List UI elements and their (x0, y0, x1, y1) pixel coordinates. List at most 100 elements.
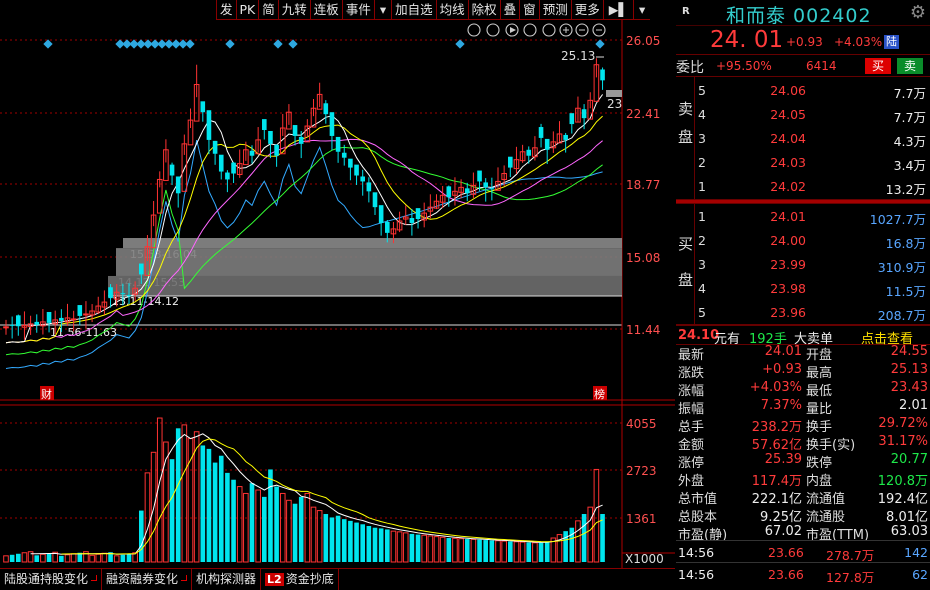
candle-body (464, 188, 470, 194)
stat-value: 20.77 (890, 452, 928, 467)
volume-bar (600, 514, 605, 562)
level-volume: 3.4万 (893, 158, 926, 173)
toolbar-item-7[interactable]: 加自选 (391, 0, 436, 20)
toolbar-item-4[interactable]: 连板 (309, 0, 342, 20)
kline-chart[interactable]: 26.05 22.41 18.77 15.08 11.44 4055 2723 1361 X10… (0, 0, 675, 590)
level-number: 1 (698, 209, 706, 224)
toolbar-item-14[interactable]: ▶▌ (602, 0, 633, 20)
level-volume: 16.8万 (885, 236, 926, 251)
trade-volume: 127.8万 (826, 570, 875, 585)
trade-list: 14:56 23.66 278.7万 142 14:56 23.66 127.8万 62 (676, 540, 930, 585)
toolbar-item-11[interactable]: 窗 (519, 0, 539, 20)
bottom-tab-2[interactable]: 机构探测器 (192, 569, 262, 590)
buy-button[interactable]: 买 (865, 58, 892, 74)
chart-toolbar: 发 PK 简九转 连板 事件 ▾ 加自选 均线 除权叠窗预测 更多 ▶▌ ▾ (216, 0, 651, 20)
trade-time: 14:56 (678, 545, 715, 560)
volume-bar (126, 553, 132, 562)
volume-bar (354, 522, 359, 562)
volume-bar (34, 555, 40, 562)
volume-bar (464, 539, 470, 562)
stat-row: 总股本 9.25亿 流通股 8.01亿 (676, 505, 930, 525)
toolbar-item-10[interactable]: 叠 (499, 0, 520, 20)
volume-bar (538, 542, 544, 562)
price-tick-label: 18.77 (626, 178, 660, 192)
candle-body (508, 156, 513, 168)
bottom-tab-bar: 陆股通持股变化 融资融券变化 机构探测器 L2 资金抄底 (0, 568, 675, 590)
price-change-pct: +4.03% (834, 35, 883, 49)
volume-bar (212, 462, 218, 562)
big-order-row[interactable]: 24.10 元有 192手 大卖单 点击查看 (676, 325, 930, 347)
bottom-tab-1[interactable]: 融资融券变化 (102, 569, 193, 590)
candle-body (274, 144, 279, 156)
volume-bar (526, 542, 532, 562)
stat-value: +4.03% (749, 380, 802, 395)
volume-bar (563, 531, 568, 562)
candle-body (108, 287, 113, 299)
candle-body (206, 110, 212, 140)
lugutong-badge[interactable]: 陆 (884, 35, 899, 49)
trade-price: 23.66 (768, 545, 804, 560)
candle-body (378, 205, 384, 223)
stat-value: 29.72% (878, 416, 928, 431)
stat-value: 24.01 (764, 344, 802, 359)
bottom-tab-3[interactable]: L2 资金抄底 (261, 569, 339, 590)
stat-value: 23.43 (890, 380, 928, 395)
toolbar-item-9[interactable]: 除权 (467, 0, 500, 20)
bid-row[interactable]: 4 23.98 11.5万 (676, 277, 930, 301)
level-volume: 13.2万 (885, 182, 926, 197)
volume-bar (298, 496, 304, 562)
volume-bar (59, 555, 64, 562)
level-number: 1 (698, 179, 706, 194)
candle-body (372, 192, 378, 208)
stats-table: 最新 24.01 开盘 24.55 涨跌 +0.93 最高 25.13 涨幅 +4.03% 最低 23… (676, 343, 930, 543)
bid-row[interactable]: 5 23.96 208.7万 (676, 301, 930, 325)
ask-row[interactable]: 5 24.06 7.7万 (676, 79, 930, 103)
toolbar-item-0[interactable]: 发 (216, 0, 236, 20)
bid-row[interactable]: 1 24.01 1027.7万 (676, 205, 930, 229)
l2-badge: L2 (265, 573, 284, 586)
toolbar-item-3[interactable]: 九转 (277, 0, 310, 20)
volume-bar (323, 514, 329, 562)
candle-body (200, 101, 206, 113)
candle-body (77, 305, 83, 316)
gear-icon[interactable]: ⚙ (910, 2, 926, 23)
candle-body (385, 221, 390, 233)
candle-body (415, 208, 421, 220)
quote-panel: R 和而泰 002402 ⚙ 24. 01 +0.93 +4.03% 陆 委比 … (676, 0, 930, 590)
sell-button[interactable]: 卖 (897, 58, 924, 74)
stock-name-code[interactable]: 和而泰 002402 (726, 1, 872, 28)
bid-row[interactable]: 3 23.99 310.9万 (676, 253, 930, 277)
candle-body (366, 182, 372, 192)
bid-row[interactable]: 2 24.00 16.8万 (676, 229, 930, 253)
toolbar-item-12[interactable]: 预测 (538, 0, 571, 20)
stat-row: 金额 57.62亿 换手(实) 31.17% (676, 433, 930, 453)
toolbar-item-8[interactable]: 均线 (435, 0, 468, 20)
toolbar-item-2[interactable]: 简 (258, 0, 278, 20)
candle-body (544, 138, 550, 150)
volume-bar (335, 515, 341, 562)
level-volume: 7.7万 (893, 110, 926, 125)
bottom-tab-0[interactable]: 陆股通持股变化 (0, 569, 103, 590)
candle-body (46, 311, 52, 323)
stat-row: 涨跌 +0.93 最高 25.13 (676, 361, 930, 381)
ask-row[interactable]: 2 24.03 3.4万 (676, 151, 930, 175)
ask-row[interactable]: 3 24.04 4.3万 (676, 127, 930, 151)
toolbar-item-5[interactable]: 事件 (341, 0, 374, 20)
volume-bar (446, 538, 452, 562)
ask-row[interactable]: 1 24.02 13.2万 (676, 175, 930, 199)
bottom-tab-label: 融资融券变化 (106, 572, 179, 586)
toolbar-item-15[interactable]: ▾ (632, 0, 651, 20)
bid-book: 买 盘 1 24.01 1027.7万 2 24.00 16.8万 3 23.99 310.9万… (676, 204, 930, 325)
chart-area[interactable]: 26.05 22.41 18.77 15.08 11.44 4055 2723 1361 X10… (0, 0, 675, 590)
toolbar-item-13[interactable]: 更多 (570, 0, 603, 20)
ask-row[interactable]: 4 24.05 7.7万 (676, 103, 930, 127)
price-tick-label: 11.44 (626, 323, 660, 337)
candle-body (83, 313, 89, 316)
price-tick-label: 15.08 (626, 251, 660, 265)
ask-book: 卖 盘 5 24.06 7.7万 4 24.05 7.7万 3 24.04 4.3万 2 24.03… (676, 77, 930, 200)
toolbar-item-1[interactable]: PK (235, 0, 259, 20)
candle-body (360, 176, 365, 182)
volume-bar (231, 479, 236, 562)
toolbar-item-6[interactable]: ▾ (373, 0, 392, 20)
candle-body (489, 188, 495, 190)
